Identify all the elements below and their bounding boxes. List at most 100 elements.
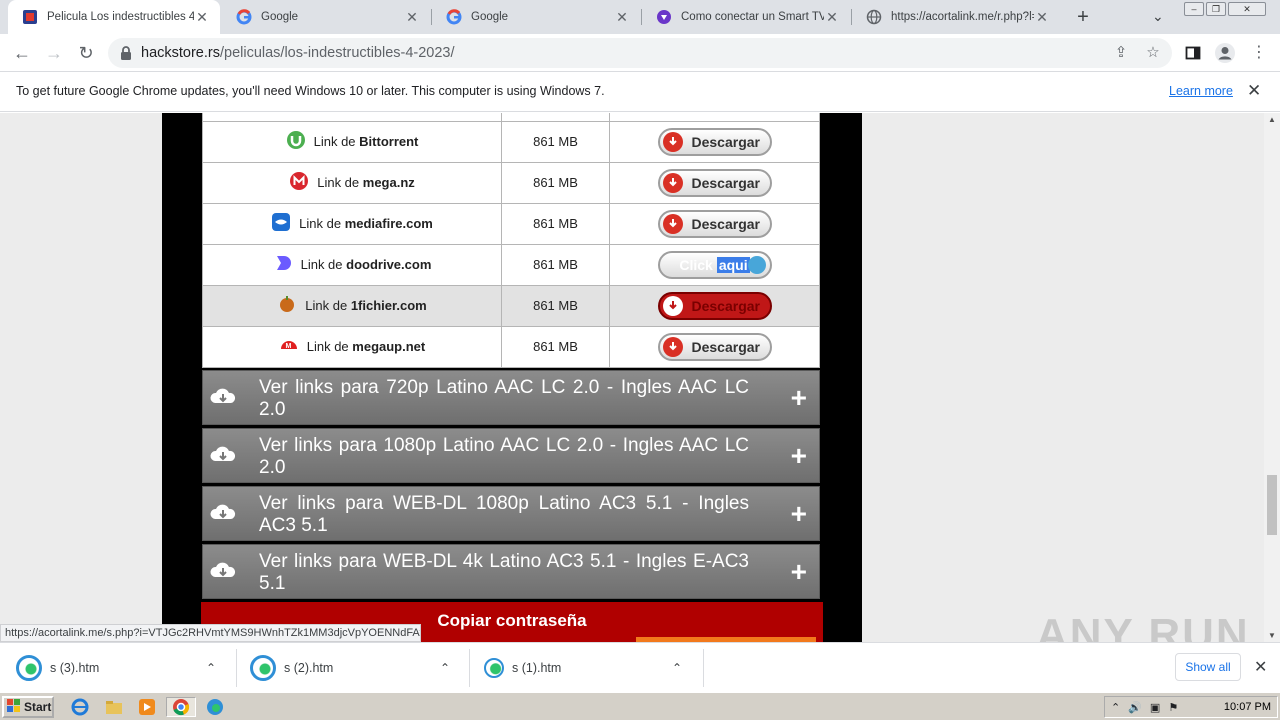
window-close-button[interactable]: ✕ <box>1228 2 1266 16</box>
descargar-button[interactable]: Descargar <box>657 209 772 238</box>
edge-icon[interactable] <box>205 697 225 717</box>
accordion-1080p[interactable]: Ver links para 1080p Latino AAC LC 2.0 -… <box>202 428 820 483</box>
mega-icon <box>289 171 309 194</box>
table-row <box>202 113 820 122</box>
download-icon <box>662 172 683 193</box>
ie-icon[interactable] <box>70 697 90 717</box>
host-label: Link de mega.nz <box>317 175 415 190</box>
bookmark-star-icon[interactable]: ☆ <box>1144 44 1162 62</box>
learn-more-link[interactable]: Learn more <box>1169 84 1233 98</box>
download-item[interactable]: s (2).htm ⌃ <box>250 651 464 685</box>
button-cell: Descargar <box>609 161 820 204</box>
folder-icon[interactable] <box>104 697 124 717</box>
address-bar[interactable]: hackstore.rs/peliculas/los-indestructibl… <box>108 38 1172 68</box>
host-cell: Link de Bittorrent <box>202 120 502 163</box>
table-row: Link de 1fichier.com 861 MB Descargar <box>202 284 820 327</box>
volume-icon[interactable]: 🔊 <box>1128 701 1142 714</box>
close-icon[interactable]: ✕ <box>194 9 210 26</box>
scroll-down-icon[interactable]: ▼ <box>1268 631 1276 640</box>
accordion-webdl-4k[interactable]: Ver links para WEB-DL 4k Latino AC3 5.1 … <box>202 544 820 599</box>
tab-pelicula[interactable]: Pelicula Los indestructibles 4 (2 ✕ <box>8 0 220 34</box>
shelf-close-icon[interactable]: ✕ <box>1254 657 1267 677</box>
infobar-message: To get future Google Chrome updates, you… <box>16 84 605 98</box>
button-cell: Descargar <box>609 120 820 163</box>
1fichier-icon <box>277 294 297 317</box>
download-item[interactable]: s (3).htm ⌃ <box>16 651 230 685</box>
scrollbar-thumb[interactable] <box>1267 475 1277 535</box>
scroll-up-icon[interactable]: ▲ <box>1268 115 1276 124</box>
tab-title: Google <box>471 11 509 23</box>
accordion-webdl-1080p[interactable]: Ver links para WEB-DL 1080p Latino AC3 5… <box>202 486 820 541</box>
page-scrollbar[interactable]: ▲ ▼ <box>1264 113 1280 642</box>
host-label: Link de mediafire.com <box>299 216 433 231</box>
click-aqui-button[interactable]: Click aqui <box>657 250 772 279</box>
host-cell: Link de 1fichier.com <box>202 284 502 327</box>
back-button[interactable]: ← <box>10 41 34 65</box>
close-icon[interactable]: ✕ <box>1034 9 1050 26</box>
share-icon[interactable]: ⇪ <box>1112 44 1130 62</box>
descargar-button[interactable]: Descargar <box>657 168 772 197</box>
shelf-separator <box>236 649 237 687</box>
tab-google-2[interactable]: Google ✕ <box>432 0 640 34</box>
network-icon[interactable]: ▣ <box>1150 701 1160 714</box>
descargar-button-hover[interactable]: Descargar <box>657 291 772 320</box>
restore-button[interactable]: ❐ <box>1206 2 1226 16</box>
chevron-up-icon[interactable]: ⌃ <box>206 661 216 675</box>
windows-taskbar: Start ⌃ 🔊 ▣ ⚑ 10:07 PM <box>0 692 1280 720</box>
plus-icon[interactable]: + <box>791 382 807 414</box>
show-all-button[interactable]: Show all <box>1175 653 1241 681</box>
download-filename: s (2).htm <box>284 661 334 675</box>
minimize-button[interactable]: – <box>1184 2 1204 16</box>
anyrun-watermark: ANY RUN <box>1036 610 1250 642</box>
url-path: /peliculas/los-indestructibles-4-2023/ <box>219 45 455 61</box>
plus-icon[interactable]: + <box>791 440 807 472</box>
edge-file-icon <box>16 655 42 681</box>
close-icon[interactable]: ✕ <box>404 9 420 26</box>
lock-icon[interactable] <box>118 45 134 61</box>
host-label: Link de 1fichier.com <box>305 298 427 313</box>
chrome-icon[interactable] <box>166 697 196 717</box>
host-cell: Link de mediafire.com <box>202 202 502 245</box>
infobar-close-icon[interactable]: ✕ <box>1247 81 1261 101</box>
accordion-title: Ver links para 1080p Latino AAC LC 2.0 -… <box>259 435 749 478</box>
descargar-button[interactable]: Descargar <box>657 332 772 361</box>
shelf-separator <box>469 649 470 687</box>
descargar-button[interactable]: Descargar <box>657 127 772 156</box>
plus-icon[interactable]: + <box>791 498 807 530</box>
site-favicon-icon <box>22 9 38 25</box>
media-player-icon[interactable] <box>137 697 157 717</box>
accordion-title: Ver links para WEB-DL 1080p Latino AC3 5… <box>259 493 749 536</box>
start-button[interactable]: Start <box>2 696 54 718</box>
google-icon <box>446 9 462 25</box>
plus-icon[interactable]: + <box>791 556 807 588</box>
close-icon[interactable]: ✕ <box>824 9 840 26</box>
side-panel-icon[interactable] <box>1182 42 1204 64</box>
chevron-up-icon[interactable]: ⌃ <box>672 661 682 675</box>
tab-google-1[interactable]: Google ✕ <box>222 0 430 34</box>
size-cell: 861 MB <box>501 243 610 286</box>
size-cell: 861 MB <box>501 325 610 368</box>
tray-expand-icon[interactable]: ⌃ <box>1111 701 1120 714</box>
forward-button[interactable]: → <box>42 41 66 65</box>
megaup-icon: M <box>279 335 299 358</box>
doodrive-icon <box>273 253 293 276</box>
new-tab-button[interactable]: + <box>1072 6 1094 28</box>
accordion-720p[interactable]: Ver links para 720p Latino AAC LC 2.0 - … <box>202 370 820 425</box>
table-row: M Link de megaup.net 861 MB Descargar <box>202 325 820 368</box>
host-label: Link de doodrive.com <box>300 257 432 272</box>
close-icon[interactable]: ✕ <box>614 9 630 26</box>
page-viewport[interactable]: Link de Bittorrent 861 MB Descargar Link… <box>0 113 1264 642</box>
tab-search-chevron-icon[interactable]: ⌄ <box>1152 8 1164 25</box>
reload-button[interactable]: ↻ <box>74 41 98 65</box>
tab-smart-tv[interactable]: Como conectar un Smart TV a ✕ <box>642 0 850 34</box>
download-item[interactable]: s (1).htm ⌃ <box>484 651 698 685</box>
clock[interactable]: 10:07 PM <box>1224 701 1277 713</box>
google-icon <box>236 9 252 25</box>
flag-icon[interactable]: ⚑ <box>1168 701 1178 714</box>
kebab-menu-icon[interactable]: ⋮ <box>1248 42 1270 64</box>
profile-avatar-icon[interactable] <box>1214 42 1236 64</box>
table-row: Link de doodrive.com 861 MB Click aqui <box>202 243 820 286</box>
chevron-up-icon[interactable]: ⌃ <box>440 661 450 675</box>
tab-acortalink[interactable]: https://acortalink.me/r.php?l= ✕ <box>852 0 1060 34</box>
download-links-table: Link de Bittorrent 861 MB Descargar Link… <box>202 113 820 368</box>
